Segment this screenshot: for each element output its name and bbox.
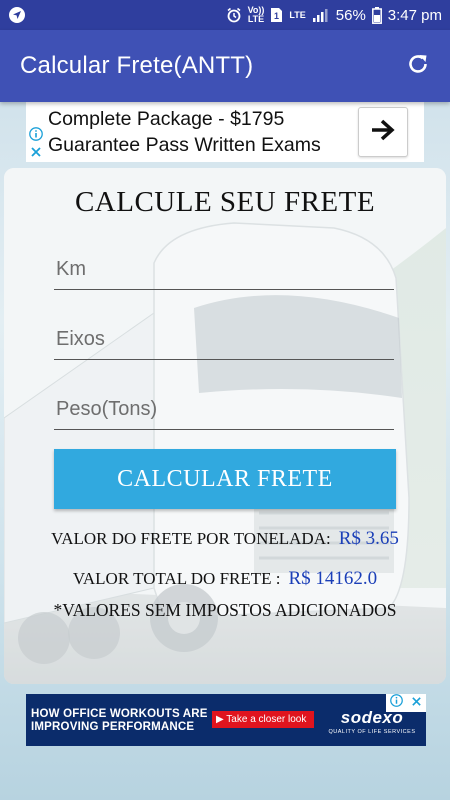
status-bar: Vo)) LTE 1 LTE 56% 3:47 pm	[0, 0, 450, 30]
close-icon[interactable]	[28, 144, 44, 160]
clock: 3:47 pm	[387, 6, 442, 24]
app-bar: Calcular Frete(ANTT)	[0, 30, 450, 102]
battery-percent: 56%	[335, 6, 366, 24]
app-title: Calcular Frete(ANTT)	[20, 52, 254, 79]
per-ton-row: VALOR DO FRETE POR TONELADA: R$ 3.65	[4, 528, 446, 550]
alarm-icon	[226, 7, 242, 23]
ad-banner-bottom[interactable]: HOW OFFICE WORKOUTS ARE IMPROVING PERFOR…	[26, 694, 426, 746]
ad-top-text: Complete Package - $1795 Guarantee Pass …	[48, 106, 321, 158]
calculate-freight-button[interactable]: CALCULAR FRETE	[54, 449, 396, 509]
svg-text:1: 1	[274, 11, 279, 21]
arrow-right-icon	[370, 119, 396, 146]
volte-bottom-label: LTE	[247, 14, 265, 24]
ad-bottom-brand: sodexo QUALITY OF LIFE SERVICES	[326, 708, 418, 735]
refresh-icon	[406, 52, 430, 81]
info-icon[interactable]	[390, 694, 403, 712]
total-label: VALOR TOTAL DO FRETE :	[72, 569, 281, 588]
lte-label: LTE	[289, 9, 306, 20]
ad-bottom-text: HOW OFFICE WORKOUTS ARE IMPROVING PERFOR…	[31, 708, 208, 734]
peso-input[interactable]	[54, 392, 394, 430]
eixos-input[interactable]	[54, 322, 394, 360]
card-title: CALCULE SEU FRETE	[74, 186, 376, 218]
km-input[interactable]	[54, 252, 394, 290]
info-icon[interactable]	[28, 126, 44, 142]
ad-bottom-badges	[386, 694, 426, 712]
ad-top-line1: Complete Package - $1795	[48, 108, 285, 130]
total-value: R$ 14162.0	[288, 568, 378, 589]
tax-note: *VALORES SEM IMPOSTOS ADICIONADOS	[53, 600, 397, 620]
ad-bottom-line2: IMPROVING PERFORMANCE	[31, 721, 195, 733]
navigation-arrow-icon	[8, 6, 26, 24]
brand-tagline: QUALITY OF LIFE SERVICES	[328, 729, 416, 735]
total-row: VALOR TOTAL DO FRETE : R$ 14162.0	[4, 568, 446, 590]
ad-banner-top[interactable]: Complete Package - $1795 Guarantee Pass …	[26, 102, 424, 162]
sim-icon: 1	[270, 7, 283, 23]
refresh-button[interactable]	[404, 52, 432, 80]
ad-top-line2: Guarantee Pass Written Exams	[48, 134, 321, 156]
ad-bottom-cta[interactable]: ▶ Take a closer look	[212, 711, 314, 728]
close-icon[interactable]	[411, 694, 422, 712]
ad-open-button[interactable]	[358, 107, 408, 157]
battery-icon	[371, 6, 382, 24]
volte-indicator: Vo)) LTE	[248, 6, 265, 24]
per-ton-label: VALOR DO FRETE POR TONELADA:	[51, 529, 331, 548]
per-ton-value: R$ 3.65	[338, 528, 399, 549]
ad-badges	[26, 102, 46, 162]
ad-bottom-line1: HOW OFFICE WORKOUTS ARE	[31, 708, 208, 720]
freight-calculator-card: CALCULE SEU FRETE CALCULAR FRETE VALOR D…	[4, 168, 446, 684]
signal-icon	[312, 7, 330, 23]
